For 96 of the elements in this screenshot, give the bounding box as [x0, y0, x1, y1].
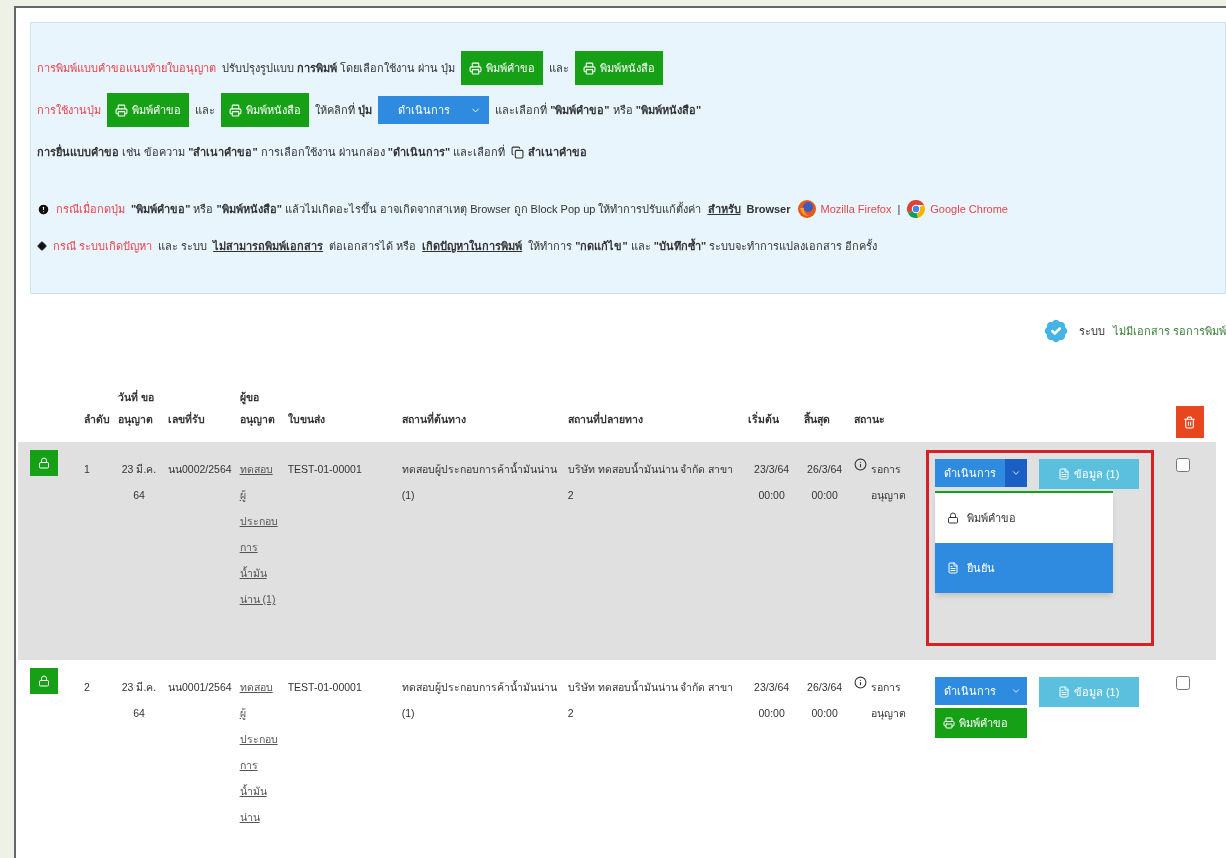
notice-text: และ	[195, 102, 215, 118]
column-header: สถานะ	[853, 412, 886, 427]
start-date: 23/3/64 00:00	[753, 680, 791, 721]
column-header: วันที่ ขอ อนุญาต	[118, 388, 155, 428]
print-button[interactable]: พิมพ์หนังสือ	[575, 50, 664, 86]
start-date: 23/3/64 00:00	[753, 462, 791, 503]
firefox-link[interactable]: Mozilla Firefox	[796, 199, 892, 219]
action-dropdown[interactable]: ดำเนินการ	[378, 96, 490, 124]
action-label[interactable]: ดำเนินการ	[934, 459, 1005, 487]
row-number: 1	[84, 462, 91, 477]
column-header: ใบขนส่ง	[287, 412, 326, 427]
printer-icon	[115, 103, 128, 117]
lock-button[interactable]	[30, 668, 58, 694]
lock-button[interactable]	[30, 450, 58, 476]
alert-icon	[37, 202, 50, 216]
delete-button[interactable]	[1175, 406, 1204, 438]
copy-label: สำเนาคำขอ	[528, 144, 588, 160]
printer-icon	[942, 717, 955, 729]
destination-text: บริษัท ทดสอบน้ำมันน่าน จำกัด สาขา 2	[567, 679, 735, 721]
printer-icon	[583, 61, 597, 75]
notice-text: การยื่นแบบคำขอ เช่น ข้อความ "สำเนาคำขอ" การเลือกใช้งาน ผ่านกล่อง "ดำเนินการ" และเลือกที่	[37, 143, 506, 160]
print-button[interactable]: พิมพ์คำขอ	[107, 92, 189, 128]
firefox-logo-icon	[796, 199, 817, 219]
underlined-text: ไม่สามารถพิมพ์เอกสาร	[213, 238, 324, 254]
highlight-text: กรณี ระบบเกิดปัญหา	[53, 238, 153, 255]
applicant-link[interactable]: ทดสอบ ผู้ ประกอบ การ น้ำมัน น่าน	[239, 674, 280, 830]
action-label[interactable]: ดำเนินการ	[934, 677, 1005, 705]
printer-icon	[229, 103, 242, 117]
document-icon	[1057, 468, 1070, 480]
request-date: 23 มี.ค. 64	[120, 462, 158, 503]
print-button[interactable]: พิมพ์คำขอ	[461, 50, 544, 86]
chrome-logo-icon	[906, 199, 927, 219]
notice-text: ปรับปรุงรูปแบบ การพิมพ์ โดยเลือกใช้งาน ผ่าน ปุ่ม	[222, 60, 456, 77]
menu-item[interactable]: พิมพ์คำขอ	[934, 493, 1113, 543]
system-label: ระบบ	[1078, 323, 1105, 339]
column-header: สถานที่ต้นทาง	[401, 410, 467, 427]
caret-icon	[1010, 686, 1021, 696]
print-button[interactable]: พิมพ์คำขอ	[934, 708, 1027, 738]
status-text: รอการ อนุญาต	[870, 680, 907, 722]
underlined-text: สำหรับ	[707, 201, 741, 217]
documents-button[interactable]: ข้อมูล (1)	[1038, 677, 1139, 707]
row-checkbox[interactable]	[1175, 458, 1190, 472]
highlight-text: กรณีเมื่อกดปุ่ม	[56, 200, 125, 218]
caret-icon	[1010, 468, 1021, 478]
end-date: 26/3/64 00:00	[806, 680, 844, 721]
request-date: 23 มี.ค. 64	[120, 680, 158, 721]
lock-icon	[38, 675, 50, 687]
waybill-number: TEST-01-00001	[287, 462, 363, 477]
notice-text: ให้ทำการ "กดแก้ไข" และ "บันทึกซ้ำ" ระบบจะทำการแปลงเอกสาร อีกครั้ง	[528, 237, 878, 254]
system-status: ไม่มีเอกสาร รอการพิมพ์	[1112, 323, 1226, 339]
receipt-number: นน0002/2564	[168, 462, 232, 477]
notice-text: ให้คลิกที่ ปุ่ม	[315, 101, 373, 119]
row-number: 2	[84, 680, 91, 695]
notice-text: และ ระบบ	[158, 238, 208, 254]
trash-icon	[1183, 415, 1197, 429]
lock-icon	[946, 512, 959, 524]
printer-icon	[469, 61, 483, 75]
underlined-text: เกิดปัญหาในการพิมพ์	[422, 238, 523, 255]
column-header: เลขที่รับ	[168, 410, 206, 427]
notice-text: และ	[549, 60, 570, 76]
column-header: ลำดับ	[84, 412, 110, 427]
document-icon	[946, 562, 959, 574]
action-split-button[interactable]: ดำเนินการ	[934, 459, 1027, 487]
column-header: สิ้นสุด	[803, 410, 831, 428]
documents-button[interactable]: ข้อมูล (1)	[1038, 459, 1139, 489]
caret-toggle[interactable]	[1004, 677, 1027, 705]
waybill-number: TEST-01-00001	[287, 680, 363, 695]
receipt-number: นน0001/2564	[168, 680, 232, 695]
lock-icon	[38, 457, 50, 469]
status-icon	[853, 458, 867, 471]
origin-text: ทดสอบผู้ประกอบการค้าน้ำมันน่าน (1)	[401, 461, 558, 503]
destination-text: บริษัท ทดสอบน้ำมันน่าน จำกัด สาขา 2	[567, 461, 735, 503]
notice-text: และเลือกที่ "พิมพ์คำขอ" หรือ "พิมพ์หนังสือ"	[495, 101, 702, 118]
notice-text: Browser	[746, 201, 791, 217]
column-header: สถานที่ปลายทาง	[567, 410, 644, 427]
row-checkbox[interactable]	[1175, 676, 1190, 690]
origin-text: ทดสอบผู้ประกอบการค้าน้ำมันน่าน (1)	[401, 679, 558, 721]
status-icon	[853, 676, 867, 689]
caret-toggle[interactable]	[1004, 459, 1027, 487]
applicant-link[interactable]: ทดสอบ ผู้ ประกอบ การ น้ำมัน น่าน (1)	[239, 456, 280, 612]
print-button[interactable]: พิมพ์หนังสือ	[221, 92, 309, 128]
diamond-icon	[37, 241, 47, 251]
end-date: 26/3/64 00:00	[806, 462, 844, 503]
highlight-text: การใช้งานปุ่ม	[37, 102, 101, 119]
notice-text: ต่อเอกสารได้ หรือ	[329, 238, 417, 254]
menu-item[interactable]: ยืนยัน	[934, 543, 1113, 593]
status-text: รอการ อนุญาต	[870, 462, 907, 504]
copy-icon	[511, 145, 525, 159]
chrome-link[interactable]: Google Chrome	[906, 199, 1008, 219]
document-icon	[1057, 686, 1070, 698]
highlight-text: การพิมพ์แบบคำขอแนบท้ายใบอนุญาต	[37, 60, 216, 77]
notice-text: "พิมพ์คำขอ" หรือ "พิมพ์หนังสือ" แล้วไม่เกิดอะไรขึ้น อาจเกิดจากสาเหตุ Browser ถูก Block Pop up ให้ทำการปรับแก้ตั้งค่า	[131, 201, 702, 218]
column-header: ผู้ขอ อนุญาต	[239, 390, 276, 428]
notice-text: |	[897, 201, 901, 217]
action-split-button[interactable]: ดำเนินการ	[934, 677, 1027, 705]
column-header: เริ่มต้น	[747, 410, 780, 427]
